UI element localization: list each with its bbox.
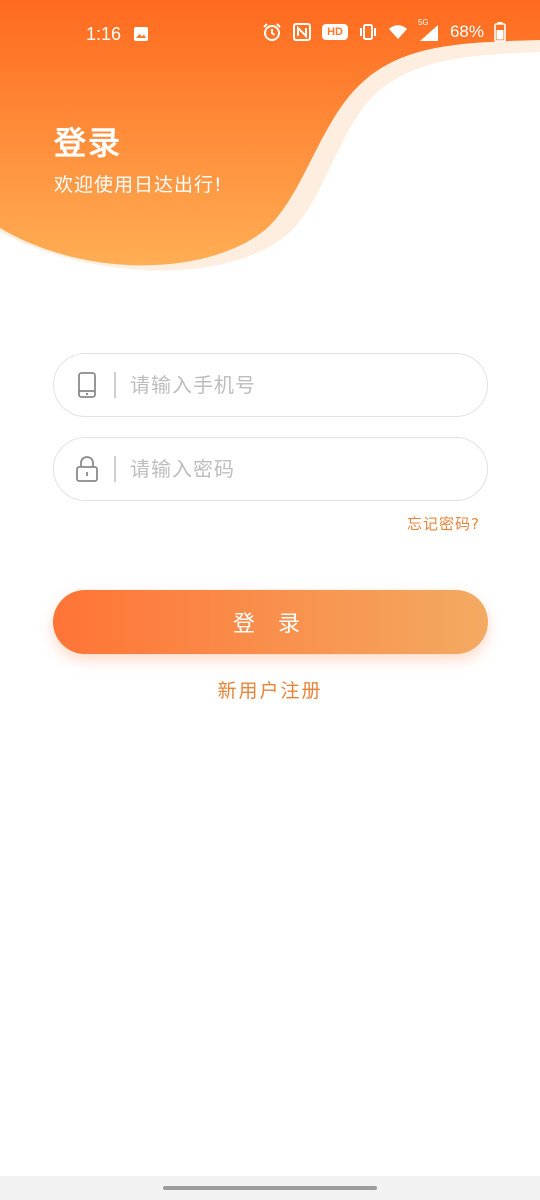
navigation-bar	[0, 1176, 540, 1200]
forgot-password-link[interactable]: 忘记密码?	[407, 513, 480, 534]
battery-icon	[494, 22, 506, 42]
lock-icon	[76, 456, 98, 482]
alarm-icon	[263, 23, 281, 41]
phone-icon	[78, 372, 96, 398]
hd-badge: HD	[322, 24, 348, 40]
password-input[interactable]	[130, 449, 487, 489]
network-type: 5G	[417, 18, 429, 27]
signal-icon: 5G	[418, 18, 440, 42]
home-indicator[interactable]	[163, 1186, 377, 1190]
register-link[interactable]: 新用户注册	[0, 676, 540, 703]
login-button[interactable]: 登 录	[53, 590, 488, 654]
vibrate-icon	[359, 24, 376, 40]
battery-percent: 68%	[449, 22, 484, 41]
field-divider	[114, 372, 116, 398]
status-time: 1:16	[86, 24, 122, 44]
nfc-icon	[293, 23, 312, 41]
welcome-subtitle: 欢迎使用日达出行!	[54, 174, 223, 196]
status-icons: HD 5G 68%	[262, 18, 506, 42]
status-bar: 1:16 HD 5G 68%	[0, 0, 540, 70]
image-icon	[134, 27, 148, 41]
password-field[interactable]	[53, 437, 488, 501]
phone-field[interactable]	[53, 353, 488, 417]
field-divider	[114, 456, 116, 482]
phone-input[interactable]	[130, 365, 487, 405]
page-title: 登录	[54, 124, 123, 162]
wifi-icon	[388, 25, 407, 39]
